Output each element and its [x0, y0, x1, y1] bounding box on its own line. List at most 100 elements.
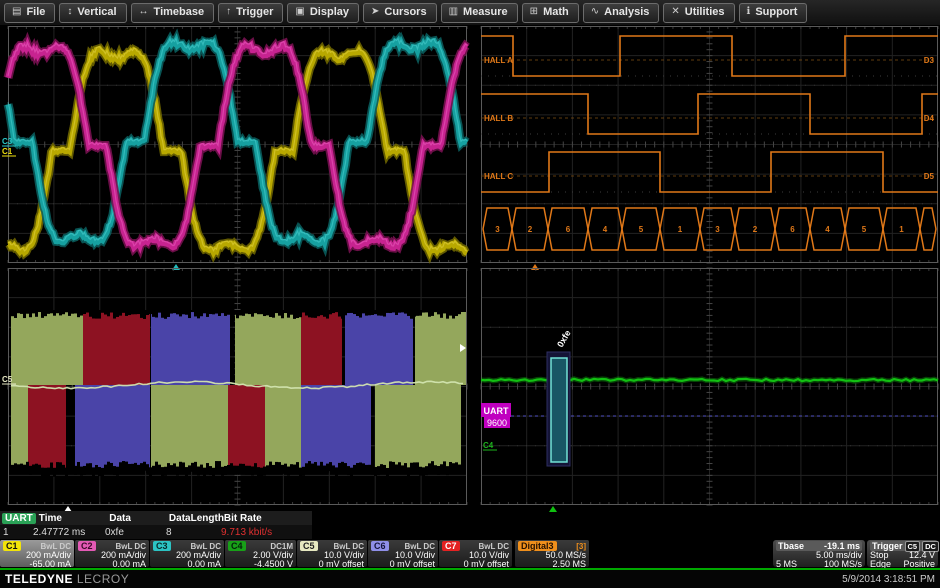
- channel-c1-badge: C1: [3, 541, 21, 551]
- menu-utilities-label: Utilities: [685, 7, 725, 18]
- brand-logo: TELEDYNE LECROY: [5, 572, 129, 586]
- svg-text:UART: UART: [484, 406, 509, 416]
- digital3-samples: 2.50 MS: [518, 560, 586, 569]
- menu-vertical-label: Vertical: [77, 7, 116, 18]
- svg-text:C1: C1: [2, 147, 13, 156]
- trigger-slope: Positive: [903, 560, 935, 569]
- svg-text:5: 5: [639, 225, 644, 234]
- svg-text:2: 2: [528, 225, 533, 234]
- channel-c5-offset: 0 mV offset: [300, 560, 364, 569]
- col-header-time: Time: [39, 513, 109, 524]
- menu-trigger[interactable]: ↑ Trigger: [218, 3, 283, 23]
- svg-text:4: 4: [603, 225, 608, 234]
- channel-c6-descriptor[interactable]: C6BwL DC 10.0 V/div 0 mV offset: [368, 540, 438, 567]
- channel-c6-offset: 0 mV offset: [371, 560, 435, 569]
- svg-text:HALL A: HALL A: [484, 56, 513, 65]
- cursor-icon: ➤: [371, 7, 379, 17]
- svg-text:3: 3: [495, 225, 500, 234]
- svg-text:C4: C4: [483, 441, 494, 450]
- svg-text:HALL C: HALL C: [484, 172, 513, 181]
- menu-display[interactable]: ▣Display: [287, 3, 359, 23]
- channel-c3-descriptor[interactable]: C3BwL DC 200 mA/div 0.00 mA: [150, 540, 224, 567]
- channel-c2-offset: 0.00 mA: [78, 560, 146, 569]
- menu-cursors[interactable]: ➤ Cursors: [363, 3, 437, 23]
- menu-support-label: Support: [755, 7, 797, 18]
- menu-support[interactable]: ℹ Support: [739, 3, 808, 23]
- menu-cursors-label: Cursors: [384, 7, 426, 18]
- col-header-bitrate: Bit Rate: [224, 513, 312, 524]
- trigger-type: Edge: [870, 560, 891, 569]
- svg-text:1: 1: [899, 225, 904, 234]
- menu-timebase-label: Timebase: [154, 7, 205, 18]
- menu-analysis[interactable]: ∿ Analysis: [583, 3, 660, 23]
- svg-text:D5: D5: [924, 172, 935, 181]
- timebase-title: Tbase: [778, 541, 804, 551]
- row-bitrate: 9.713 kbit/s: [221, 527, 311, 538]
- measure-icon: ▥: [449, 7, 458, 17]
- menu-timebase[interactable]: ↔Timebase: [131, 3, 215, 23]
- utilities-tools-icon: ✕: [671, 7, 679, 17]
- menu-vertical[interactable]: ↕ Vertical: [59, 3, 126, 23]
- menu-display-label: Display: [310, 7, 349, 18]
- menu-measure[interactable]: ▥Measure: [441, 3, 518, 23]
- trigger-edge-icon: ↑: [226, 7, 231, 17]
- trigger-descriptor[interactable]: Trigger C5 DC Stop12.4 V EdgePositive: [867, 540, 938, 567]
- channel-c2-badge: C2: [78, 541, 96, 551]
- svg-text:5: 5: [862, 225, 867, 234]
- support-info-icon: ℹ: [747, 7, 751, 17]
- svg-text:D3: D3: [924, 56, 935, 65]
- timebase-descriptor[interactable]: Tbase -19.1 ms 5.00 ms/div 5 MS100 MS/s: [773, 540, 865, 567]
- digital3-descriptor[interactable]: Digital3[3] 50.0 MS/s 2.50 MS: [515, 540, 589, 567]
- svg-text:4: 4: [825, 225, 830, 234]
- timebase-samples: 5 MS: [776, 560, 797, 569]
- channel-c7-offset: 0 mV offset: [442, 560, 509, 569]
- menu-analysis-label: Analysis: [604, 7, 649, 18]
- svg-text:C3: C3: [2, 137, 13, 146]
- uart-table-row[interactable]: 1 2.47772 ms 0xfe 8 9.713 kbit/s: [0, 525, 312, 539]
- channel-c7-badge: C7: [442, 541, 460, 551]
- col-header-data: Data: [109, 513, 169, 524]
- uart-table-header: UART Time Data DataLength Bit Rate: [0, 511, 312, 525]
- timebase-samplerate: 100 MS/s: [824, 560, 862, 569]
- channel-c5-descriptor[interactable]: C5BwL DC 10.0 V/div 0 mV offset: [297, 540, 367, 567]
- channel-c1-descriptor[interactable]: C1BwL DC 200 mA/div -65.00 mA: [0, 540, 74, 567]
- row-data: 0xfe: [105, 527, 166, 538]
- channel-c7-descriptor[interactable]: C7BwL DC 10.0 V/div 0 mV offset: [439, 540, 512, 567]
- datetime: 5/9/2014 3:18:51 PM: [842, 574, 935, 585]
- menu-utilities[interactable]: ✕ Utilities: [663, 3, 734, 23]
- svg-text:HALL B: HALL B: [484, 114, 513, 123]
- menu-file[interactable]: ▤ File: [4, 3, 55, 23]
- channel-c5-badge: C5: [300, 541, 318, 551]
- svg-text:2: 2: [753, 225, 758, 234]
- scope-display[interactable]: C3C1HALL AD3HALL BD4HALL CD5326451326451…: [0, 0, 940, 588]
- menu-file-label: File: [26, 7, 45, 18]
- channel-c2-descriptor[interactable]: C2BwL DC 200 mA/div 0.00 mA: [75, 540, 149, 567]
- channel-c4-descriptor[interactable]: C4DC1M 2.00 V/div -4.4500 V: [225, 540, 296, 567]
- channel-c4-badge: C4: [228, 541, 246, 551]
- file-icon: ▤: [12, 7, 21, 17]
- row-index: 1: [0, 527, 33, 538]
- vertical-arrows-icon: ↕: [67, 7, 72, 17]
- oscilloscope-screen: C3C1HALL AD3HALL BD4HALL CD5326451326451…: [0, 0, 940, 588]
- analysis-wave-icon: ∿: [591, 7, 599, 17]
- channel-c4-offset: -4.4500 V: [228, 560, 293, 569]
- channel-c3-offset: 0.00 mA: [153, 560, 221, 569]
- channel-c3-badge: C3: [153, 541, 171, 551]
- svg-text:1: 1: [678, 225, 683, 234]
- menu-bar: ▤ File ↕ Vertical ↔Timebase ↑ Trigger ▣Disp…: [0, 0, 940, 26]
- uart-protocol-badge: UART: [2, 513, 36, 524]
- menu-trigger-label: Trigger: [236, 7, 273, 18]
- svg-text:C5: C5: [2, 375, 13, 384]
- col-header-datalength: DataLength: [169, 513, 224, 524]
- svg-text:6: 6: [566, 225, 571, 234]
- svg-text:3: 3: [715, 225, 720, 234]
- row-time: 2.47772 ms: [33, 527, 105, 538]
- brand-lecroy: LECROY: [77, 572, 129, 586]
- channel-c6-badge: C6: [371, 541, 389, 551]
- status-bar: TELEDYNE LECROY 5/9/2014 3:18:51 PM: [0, 570, 940, 588]
- channel-c1-offset: -65.00 mA: [3, 560, 71, 569]
- svg-text:9600: 9600: [487, 418, 507, 428]
- math-icon: ⊞: [530, 7, 538, 17]
- menu-math-label: Math: [543, 7, 569, 18]
- menu-math[interactable]: ⊞ Math: [522, 3, 579, 23]
